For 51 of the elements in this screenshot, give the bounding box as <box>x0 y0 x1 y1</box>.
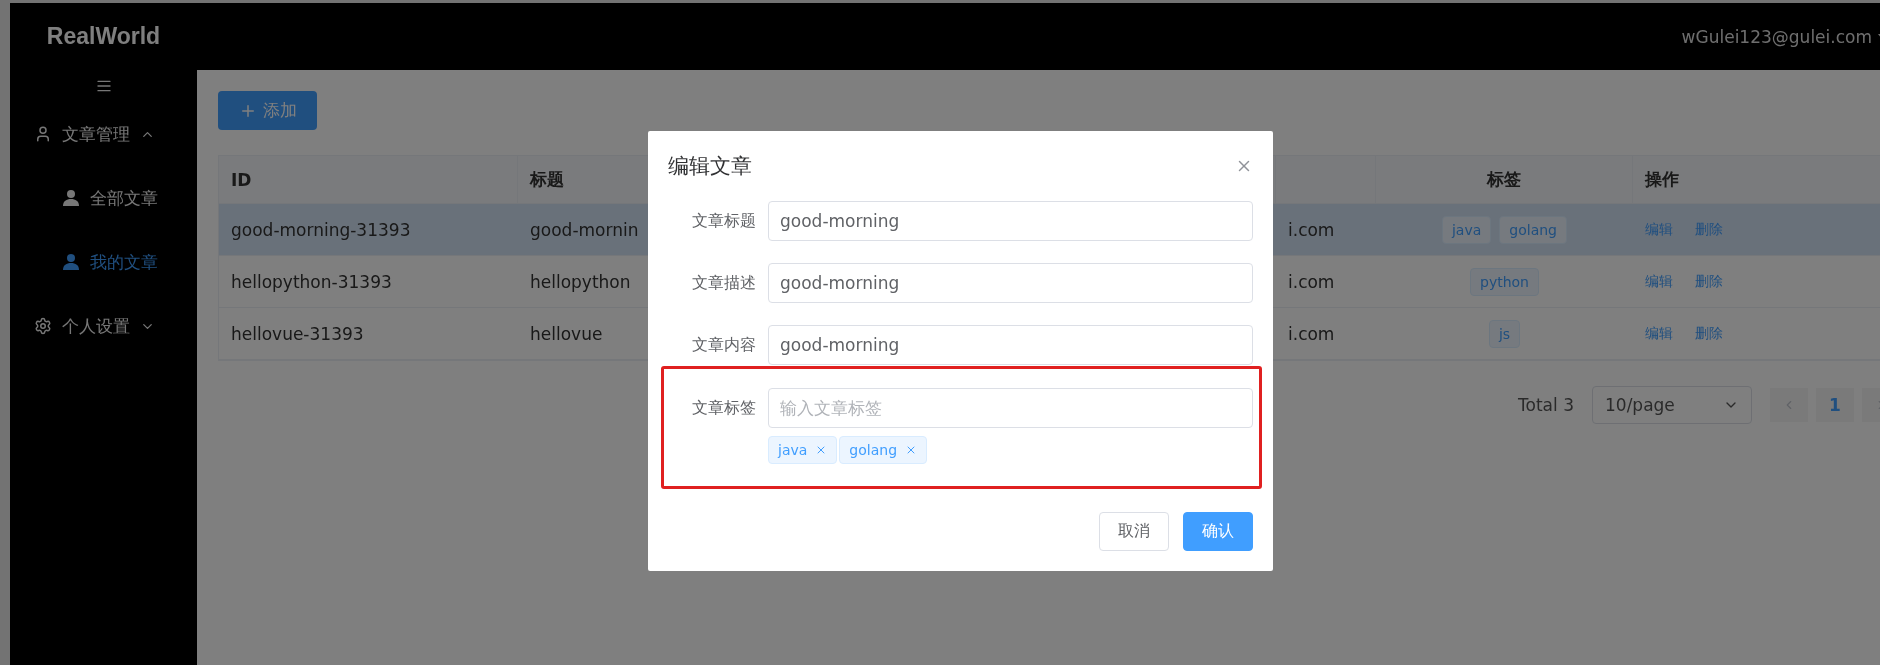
table-cell: i.com <box>1288 323 1335 344</box>
field-label: 文章描述 <box>691 272 756 294</box>
action-link[interactable]: 编辑 <box>1645 272 1673 291</box>
dialog-title: 编辑文章 <box>668 153 752 180</box>
input-field[interactable]: 输入文章标签 <box>768 388 1253 428</box>
page-button[interactable]: 1 <box>1816 388 1854 422</box>
menu-item[interactable]: 文章管理 <box>62 122 130 146</box>
field-label: 文章标题 <box>691 210 756 232</box>
logo: RealWorld <box>45 23 162 50</box>
user-icon <box>34 125 52 143</box>
action-link[interactable]: 删除 <box>1695 220 1723 239</box>
action-link[interactable]: 删除 <box>1695 324 1723 343</box>
action-link[interactable]: 编辑 <box>1645 220 1673 239</box>
page-size-select[interactable]: 10/page <box>1592 386 1752 424</box>
cancel-button[interactable]: 取消 <box>1099 512 1169 551</box>
table-cell: good-morning-31393 <box>231 219 411 240</box>
table-cell: good-mornin <box>530 219 639 240</box>
submenu-item[interactable]: 我的文章 <box>90 250 158 274</box>
table-cell: hellopython <box>530 271 631 292</box>
person-icon <box>62 253 80 271</box>
column-header: ID <box>231 169 252 190</box>
person-icon <box>62 189 80 207</box>
field-label: 文章标签 <box>691 397 756 419</box>
table-cell: hellovue-31393 <box>231 323 364 344</box>
table-cell: i.com <box>1288 271 1335 292</box>
tag: python <box>1470 267 1539 296</box>
table-cell: hellopython-31393 <box>231 271 392 292</box>
action-link[interactable]: 编辑 <box>1645 324 1673 343</box>
submenu-item[interactable]: 全部文章 <box>90 186 158 210</box>
menu-icon[interactable] <box>95 78 112 94</box>
confirm-button[interactable]: 确认 <box>1183 512 1253 551</box>
tag: js <box>1488 319 1521 348</box>
column-header: 操作 <box>1645 168 1679 191</box>
total-count: Total 3 <box>1518 395 1574 415</box>
input-field[interactable]: good-morning <box>768 325 1253 365</box>
add-button[interactable]: 添加 <box>218 91 317 130</box>
action-link[interactable]: 删除 <box>1695 272 1723 291</box>
tag: golang <box>1499 215 1567 244</box>
tag: golang <box>839 436 928 464</box>
tag: java <box>1442 215 1492 244</box>
input-field[interactable]: good-morning <box>768 263 1253 303</box>
settings-icon <box>34 317 52 335</box>
column-header: 标题 <box>530 168 564 191</box>
table-cell: i.com <box>1288 219 1335 240</box>
column-header: 标签 <box>1487 168 1521 191</box>
table-cell: hellovue <box>530 323 603 344</box>
field-label: 文章内容 <box>691 334 756 356</box>
input-field[interactable]: good-morning <box>768 201 1253 241</box>
tag: java <box>768 436 838 464</box>
user-email[interactable]: wGulei123@gulei.com <box>1681 26 1872 47</box>
menu-item[interactable]: 个人设置 <box>62 314 130 338</box>
